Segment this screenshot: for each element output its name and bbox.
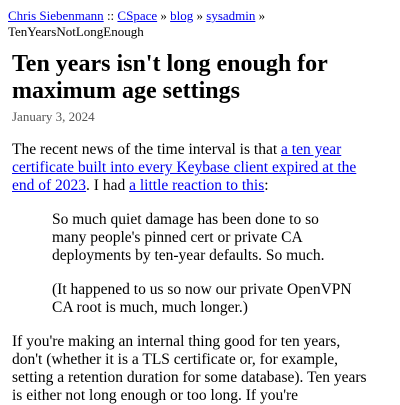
intro-text: . I had <box>86 177 130 194</box>
breadcrumb-author-link[interactable]: Chris Siebenmann <box>8 8 104 23</box>
post-date: January 3, 2024 <box>12 109 95 124</box>
breadcrumb-cspace-link[interactable]: CSpace <box>117 8 157 23</box>
blockquote-paragraph: (It happened to us so now our private Op… <box>52 281 352 316</box>
breadcrumb-separator: » <box>193 8 207 23</box>
breadcrumb-separator: :: <box>103 8 118 23</box>
breadcrumb: Chris Siebenmann :: CSpace » blog » sysa… <box>8 8 392 40</box>
body-paragraph: If you're making an internal thing good … <box>12 333 367 404</box>
page-title: Ten years isn't long enough for maximum … <box>12 51 328 104</box>
intro-text: The recent news of the time interval is … <box>12 141 282 158</box>
breadcrumb-current-page: TenYearsNotLongEnough <box>8 24 144 39</box>
breadcrumb-sysadmin-link[interactable]: sysadmin <box>206 8 255 23</box>
reaction-link[interactable]: a little reaction to this <box>129 177 264 194</box>
breadcrumb-separator: » <box>157 8 171 23</box>
breadcrumb-blog-link[interactable]: blog <box>170 8 193 23</box>
intro-text: : <box>264 177 269 194</box>
breadcrumb-separator: » <box>255 8 266 23</box>
intro-paragraph: The recent news of the time interval is … <box>12 141 374 195</box>
blockquote-paragraph: So much quiet damage has been done to so… <box>52 211 325 264</box>
